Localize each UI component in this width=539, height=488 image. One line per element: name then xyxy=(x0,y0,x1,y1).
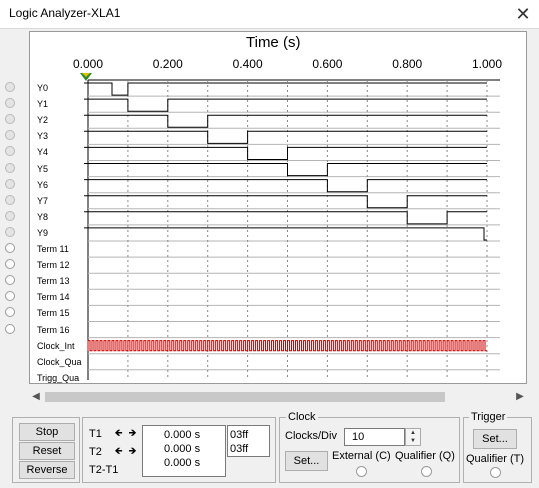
clock-waveform xyxy=(87,340,487,352)
axis-title: Time (s) xyxy=(246,34,301,51)
tick-label: 0.000 xyxy=(73,57,104,71)
waveform-trace xyxy=(84,114,487,128)
channel-label: Y1 xyxy=(37,99,49,110)
t1-right-arrow-icon[interactable]: 🡺 xyxy=(126,427,139,440)
tick-label: 0.600 xyxy=(312,57,343,71)
waveform-traces xyxy=(84,82,487,241)
waveform-trace xyxy=(84,98,487,112)
trigger-qualifier-label: Qualifier (T) xyxy=(466,453,525,465)
channel-label: Trigg_Qua xyxy=(37,372,80,383)
waveform-trace xyxy=(84,130,487,144)
window-title: Logic Analyzer-XLA1 xyxy=(9,6,121,20)
external-label: External (C) xyxy=(332,450,391,462)
clocks-div-label: Clocks/Div xyxy=(285,430,337,442)
channel-radio[interactable] xyxy=(5,243,15,253)
channel-label: Y6 xyxy=(37,179,49,190)
t1-left-arrow-icon[interactable]: 🡸 xyxy=(112,427,125,440)
tick-label: 0.800 xyxy=(392,57,423,71)
tick-label: 0.200 xyxy=(152,57,183,71)
channel-label: Term 14 xyxy=(37,292,70,303)
channel-label: Term 15 xyxy=(37,308,70,319)
clock-set-button[interactable]: Set... xyxy=(285,451,328,471)
channel-label: Y9 xyxy=(37,227,49,238)
channel-label: Y7 xyxy=(37,195,49,206)
channel-radio[interactable] xyxy=(5,210,15,221)
channel-radio[interactable] xyxy=(5,82,15,92)
horizontal-scrollbar[interactable]: ◀ ▶ xyxy=(29,390,527,404)
channel-label: Clock_Qua xyxy=(37,356,82,367)
channel-label: Term 13 xyxy=(37,276,70,287)
clock-qualifier-label: Qualifier (Q) xyxy=(395,450,455,462)
spinner-down-icon[interactable]: ▼ xyxy=(406,437,420,445)
t2-left-arrow-icon[interactable]: 🡸 xyxy=(112,445,125,458)
scroll-left-icon[interactable]: ◀ xyxy=(29,390,43,404)
trigger-heading: Trigger xyxy=(469,411,508,423)
waveform-trace xyxy=(84,163,487,177)
t2-label: T2 xyxy=(89,446,102,458)
t2t1-value: 0.000 s xyxy=(164,457,201,469)
channel-radio[interactable] xyxy=(5,162,15,173)
clocks-div-spinner[interactable]: ▲ ▼ xyxy=(405,428,421,446)
t2t1-label: T2-T1 xyxy=(89,464,119,476)
plot-grid xyxy=(87,79,500,380)
waveform-trace xyxy=(84,82,487,96)
t1-label: T1 xyxy=(89,428,102,440)
clock-trace xyxy=(87,340,487,352)
channel-label: Term 16 xyxy=(37,324,70,335)
close-icon[interactable]: ✕ xyxy=(512,3,534,25)
spinner-up-icon[interactable]: ▲ xyxy=(406,429,420,437)
waveform-trace xyxy=(84,146,487,160)
t1-value: 0.000 s xyxy=(164,429,201,441)
waveform-trace xyxy=(84,211,487,225)
waveform-canvas xyxy=(80,73,500,380)
clock-heading: Clock xyxy=(286,411,318,423)
reverse-button[interactable]: Reverse xyxy=(19,461,75,479)
channel-radio[interactable] xyxy=(5,226,15,237)
reset-button[interactable]: Reset xyxy=(19,442,75,460)
trigger-qualifier-radio[interactable] xyxy=(490,467,501,478)
tick-label: 1.000 xyxy=(472,57,503,71)
clock-qualifier-radio[interactable] xyxy=(421,466,432,477)
channel-label: Y3 xyxy=(37,131,49,142)
channel-label: Y4 xyxy=(37,147,49,158)
waveform-trace xyxy=(84,227,487,241)
waveform-trace xyxy=(84,195,487,209)
channel-label: Y0 xyxy=(37,83,49,93)
channel-radio[interactable] xyxy=(5,194,15,205)
waveform-trace xyxy=(84,179,487,193)
external-radio[interactable] xyxy=(356,466,367,477)
scroll-right-icon[interactable]: ▶ xyxy=(513,390,527,404)
channel-radio[interactable] xyxy=(5,323,15,334)
channel-label: Y2 xyxy=(37,115,49,126)
channel-label: Term 12 xyxy=(37,260,70,271)
channel-label: Term 11 xyxy=(37,244,69,254)
channel-label: Y5 xyxy=(37,163,49,174)
stop-button[interactable]: Stop xyxy=(19,423,75,441)
hex-value-2: 03ff xyxy=(230,443,249,455)
channel-radio[interactable] xyxy=(5,178,15,189)
trigger-set-button[interactable]: Set... xyxy=(473,429,517,449)
clocks-div-input[interactable]: 10 xyxy=(344,428,405,446)
t2-right-arrow-icon[interactable]: 🡺 xyxy=(126,445,139,458)
hex-value-1: 03ff xyxy=(230,429,249,441)
scroll-thumb[interactable] xyxy=(45,392,445,402)
t2-value: 0.000 s xyxy=(164,443,201,455)
channel-label: Y8 xyxy=(37,211,49,222)
channel-label: Clock_Int xyxy=(37,340,75,351)
tick-label: 0.400 xyxy=(232,57,263,71)
